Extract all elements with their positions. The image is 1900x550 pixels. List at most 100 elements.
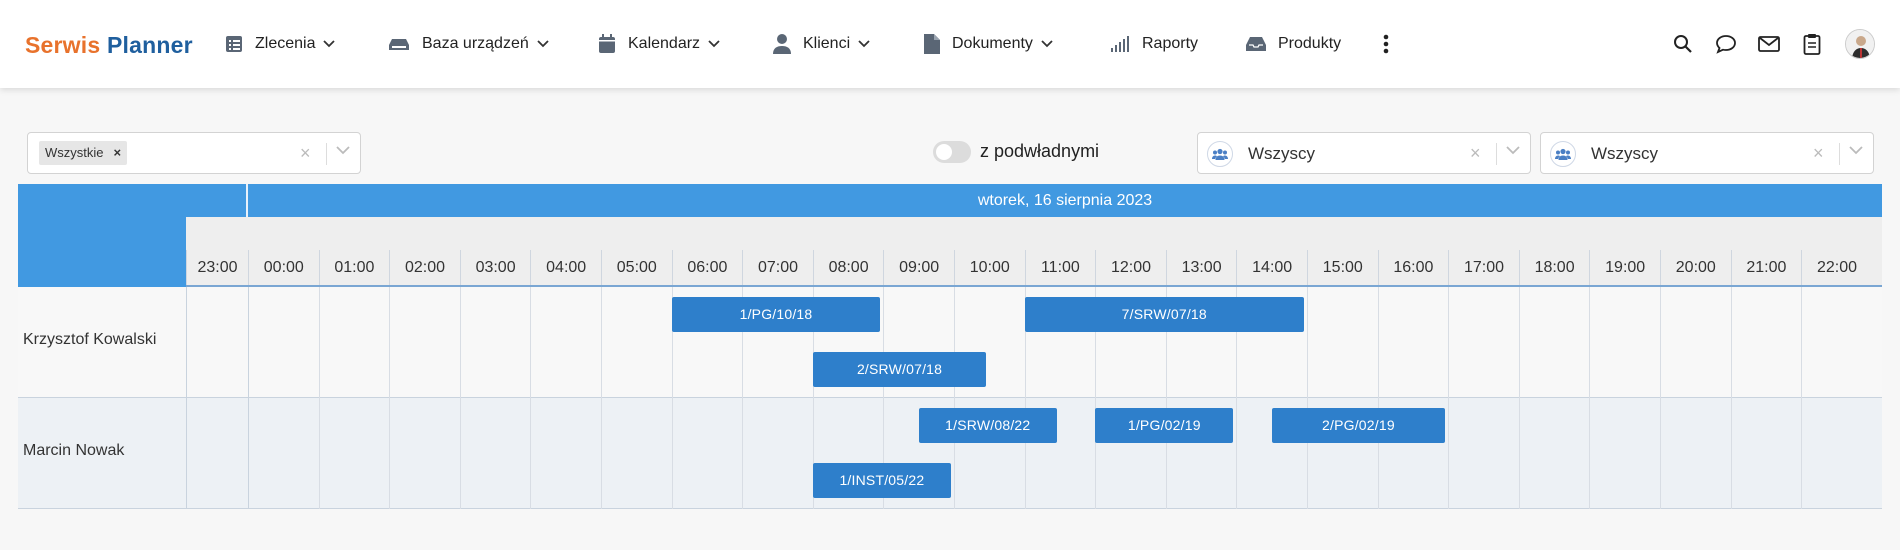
grid-line [1660,287,1661,509]
resource-name: Marcin Nowak [23,442,125,459]
group-select-1[interactable]: Wszyscy × [1197,132,1531,174]
chevron-down-icon[interactable] [1506,145,1520,155]
hour-label: 14:00 [1236,250,1307,285]
logo-text-planner: Planner [106,32,193,58]
list-icon [226,36,242,52]
nav-label: Baza urządzeń [422,35,529,52]
app-logo[interactable]: Serwis Planner [25,32,193,59]
hour-label: 15:00 [1307,250,1378,285]
hour-label: 01:00 [318,250,390,285]
date-label: wtorek, 16 sierpnia 2023 [977,192,1153,209]
group-select-1-value: Wszyscy [1248,144,1316,163]
event-block[interactable]: 1/PG/10/18 [671,297,881,332]
chevron-down-icon [1041,40,1053,48]
hour-label: 23:00 [186,250,248,285]
group-icon [1207,141,1233,167]
chevron-down-icon[interactable] [1849,145,1863,155]
grid-line [1730,287,1732,509]
nav-raporty[interactable]: Raporty [1110,30,1198,58]
grid-line [1448,287,1450,509]
nav-kalendarz[interactable]: Kalendarz [598,30,720,58]
resource-name: Krzysztof Kowalski [23,331,157,348]
clear-icon[interactable]: × [1470,143,1481,163]
date-header-prev-cell [186,184,248,217]
event-block[interactable]: 1/PG/02/19 [1095,408,1234,443]
user-icon [773,34,791,54]
hour-label: 18:00 [1518,250,1590,285]
logo-text-serwis: Serwis [25,32,101,58]
event-block[interactable]: 1/INST/05/22 [812,463,951,498]
hour-label: 03:00 [459,250,531,285]
nav-dokumenty[interactable]: Dokumenty [924,30,1053,58]
nav-label: Kalendarz [628,35,701,52]
chat-icon[interactable] [1714,32,1738,56]
hour-label: 09:00 [883,250,954,285]
grid-line [954,287,955,509]
nav-label: Dokumenty [952,35,1033,52]
chevron-down-icon [537,40,549,48]
chevron-down-icon [708,40,720,48]
status-multiselect[interactable]: Wszystkie × × [27,132,361,174]
nav-zlecenia[interactable]: Zlecenia [225,30,336,58]
hour-label: 08:00 [812,250,884,285]
grid-line [601,287,602,509]
resource-header-corner [18,184,186,287]
grid-line [248,287,249,509]
hour-label: 20:00 [1660,250,1731,285]
nav-klienci[interactable]: Klienci [773,30,870,58]
hour-label: 06:00 [671,250,743,285]
event-block[interactable]: 2/SRW/07/18 [812,352,987,387]
nav-produkty[interactable]: Produkty [1246,30,1341,58]
hour-label: 19:00 [1589,250,1660,285]
timeline-scheduler: wtorek, 16 sierpnia 2023 Krzysztof Kowal… [18,184,1882,510]
avatar[interactable] [1845,29,1875,59]
group-icon [1550,141,1576,167]
grid-line [389,287,391,509]
mail-icon[interactable] [1757,32,1781,56]
hour-label: 00:00 [248,250,319,285]
nav-baza-urzadzen[interactable]: Baza urządzeń [388,30,549,58]
signal-bars-icon [1111,36,1129,52]
grid-line [1518,287,1520,509]
event-block[interactable]: 7/SRW/07/18 [1024,297,1304,332]
clear-icon[interactable]: × [1813,143,1824,163]
status-chip-label: Wszystkie [45,145,104,160]
search-icon[interactable] [1671,32,1695,56]
event-block[interactable]: 1/SRW/08/22 [918,408,1057,443]
hour-label: 04:00 [530,250,601,285]
hour-label: 07:00 [742,250,813,285]
hour-label: 11:00 [1024,250,1096,285]
nav-label: Produkty [1278,35,1342,52]
grid-line [1589,287,1591,509]
grid-line [1307,287,1308,509]
chip-remove-icon[interactable]: × [114,141,122,165]
hour-label: 02:00 [389,250,460,285]
grid-line [459,287,461,509]
subordinates-toggle-label: z podwładnymi [980,141,1100,161]
hour-label: 17:00 [1448,250,1519,285]
chevron-down-icon [858,40,870,48]
status-chip: Wszystkie × [39,141,128,165]
hour-label: 22:00 [1801,250,1872,285]
hour-label: 13:00 [1165,250,1237,285]
select-separator [1496,143,1497,165]
printer-icon [389,39,409,50]
chevron-down-icon[interactable] [336,145,350,155]
subordinates-toggle[interactable] [933,141,971,163]
group-select-2[interactable]: Wszyscy × [1540,132,1874,174]
hour-label: 16:00 [1377,250,1449,285]
hour-label: 10:00 [954,250,1025,285]
date-header: wtorek, 16 sierpnia 2023 [186,184,1882,217]
event-block[interactable]: 2/PG/02/19 [1271,408,1446,443]
clipboard-icon[interactable] [1800,32,1824,56]
more-menu-icon[interactable] [1374,32,1398,56]
hour-label: 21:00 [1730,250,1802,285]
group-select-2-value: Wszyscy [1591,144,1659,163]
top-navbar: Serwis Planner Zlecenia Baza urządzeń Ka… [0,0,1900,88]
calendar-icon [599,34,615,53]
grid-line [318,287,320,509]
nav-label: Zlecenia [255,35,316,52]
clear-icon[interactable]: × [300,143,311,163]
hour-label: 12:00 [1095,250,1166,285]
select-separator [1839,143,1840,165]
